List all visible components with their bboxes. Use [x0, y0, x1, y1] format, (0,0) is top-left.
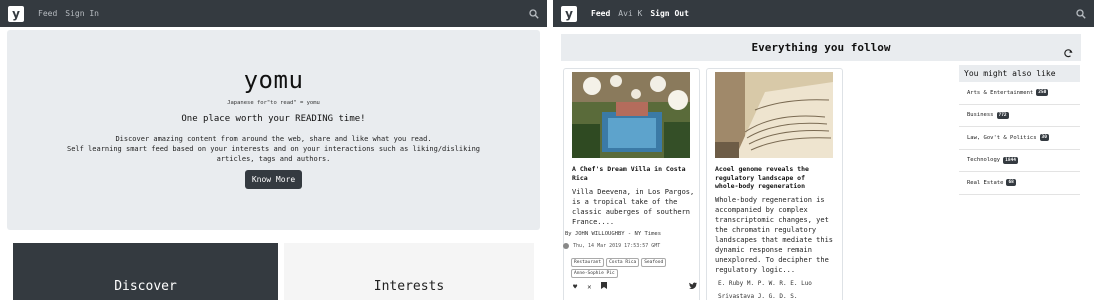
title-line: A Chef's Dream Villa in Costa [572, 165, 686, 173]
tagline: One place worth your READING time! [181, 114, 366, 124]
article-image[interactable] [572, 72, 690, 158]
count-badge: 30 [1039, 134, 1049, 142]
article-authors: Srivastava J. G. D. S. [718, 293, 798, 300]
nav-feed-link[interactable]: Feed [591, 9, 610, 18]
yomu-logo[interactable]: y [8, 5, 24, 22]
suggestion-item[interactable]: Law, Gov't & Politics 30 [959, 127, 1080, 150]
article-byline: By JOHN WILLOUGHBY - NY Times [565, 231, 662, 237]
bookmark-icon[interactable] [601, 282, 608, 291]
tag-chip[interactable]: Costa Rica [606, 258, 640, 267]
nav-sign-in-link[interactable]: Sign In [65, 9, 99, 18]
article-title[interactable]: Acoel genome reveals the regulatory land… [715, 165, 839, 191]
article-title[interactable]: A Chef's Dream Villa in Costa Rica [572, 165, 696, 182]
count-badge: 1844 [1003, 156, 1018, 164]
tag-chip[interactable]: Restaurant [571, 258, 605, 267]
summary-line: Whole-body regeneration is [715, 196, 825, 204]
suggestion-item[interactable]: Business 772 [959, 105, 1080, 127]
count-badge: 250 [1036, 89, 1049, 97]
brand-subtitle: Japanese for"to read" = yomu [227, 100, 320, 106]
article-tags: Restaurant Costa Rica Seafood Anne-Sophi… [571, 258, 695, 278]
count-badge: 772 [996, 111, 1009, 119]
left-window: y Feed Sign In yomu Japanese for"to read… [0, 0, 547, 300]
suggestion-label: Law, Gov't & Politics [967, 134, 1037, 141]
tag-chip[interactable]: Seafood [641, 258, 667, 267]
summary-line: Villa Deevena, in Los Pargos, [572, 188, 695, 196]
suggestion-label: Real Estate [967, 179, 1004, 186]
twitter-icon[interactable] [689, 282, 697, 291]
title-line: Rica [572, 173, 588, 182]
interests-label: Interests [373, 279, 445, 294]
hero-description: Discover amazing content from around the… [7, 134, 540, 164]
clock-icon [563, 243, 569, 249]
nav-user-link[interactable]: Avi K [618, 9, 642, 18]
summary-line: accompanied by complex [715, 206, 808, 214]
search-icon[interactable] [529, 8, 539, 19]
tag-chip[interactable]: Anne-Sophie Pic [571, 269, 618, 278]
title-line: Acoel genome reveals the [715, 165, 809, 173]
suggestion-label: Arts & Entertainment [967, 89, 1034, 96]
brand-title: yomu [243, 66, 304, 94]
article-authors: E. Ruby M. P. W. R. E. Luo [718, 280, 812, 287]
title-line: regulatory landscape of [715, 173, 806, 182]
date-text: Thu, 14 Mar 2019 17:53:57 GMT [573, 243, 661, 249]
search-icon[interactable] [1076, 8, 1086, 19]
right-window: y Feed Avi K Sign Out Everything you fol… [553, 0, 1094, 300]
suggestion-label: Business [967, 112, 994, 119]
suggestions-sidebar: You might also like Arts & Entertainment… [959, 65, 1080, 195]
article-actions: ♥ ✕ [573, 282, 697, 291]
desc-line: Discover amazing content from around the… [115, 135, 432, 143]
summary-line: is a tropical take of the [572, 198, 678, 206]
close-icon[interactable]: ✕ [587, 283, 591, 291]
summary-line: transcriptomic changes, yet [715, 216, 829, 224]
following-header: Everything you follow [561, 34, 1081, 61]
suggestion-label: Technology [967, 157, 1001, 164]
count-badge: 68 [1006, 179, 1016, 187]
navbar: y Feed Avi K Sign Out [553, 0, 1094, 27]
article-card[interactable]: Acoel genome reveals the regulatory land… [706, 68, 843, 300]
heart-icon[interactable]: ♥ [573, 283, 577, 291]
nav-sign-out-link[interactable]: Sign Out [650, 9, 689, 18]
following-title: Everything you follow [751, 41, 891, 54]
summary-line: unexplored. To decipher the [715, 256, 829, 264]
article-summary: Whole-body regeneration is accompanied b… [715, 195, 839, 275]
yomu-logo[interactable]: y [561, 5, 577, 22]
discover-card[interactable]: Discover [13, 243, 278, 300]
summary-line: the chromatin regulatory [715, 226, 817, 234]
refresh-icon[interactable] [1064, 43, 1073, 62]
summary-line: regulatory logic... [715, 266, 796, 274]
suggestions-heading: You might also like [959, 65, 1080, 82]
discover-label: Discover [114, 279, 177, 294]
suggestion-item[interactable]: Real Estate 68 [959, 172, 1080, 195]
title-line: whole-body regeneration [715, 182, 806, 190]
suggestion-item[interactable]: Arts & Entertainment 250 [959, 82, 1080, 105]
suggestion-item[interactable]: Technology 1844 [959, 150, 1080, 172]
interests-card[interactable]: Interests [284, 243, 534, 300]
hero-jumbotron: yomu Japanese for"to read" = yomu One pl… [7, 30, 540, 230]
summary-line: dynamic response remain [715, 246, 812, 254]
summary-line: France.... [572, 218, 615, 226]
article-date: Thu, 14 Mar 2019 17:53:57 GMT [563, 243, 660, 249]
summary-line: classic auberges of southern [572, 208, 691, 216]
article-summary: Villa Deevena, in Los Pargos, is a tropi… [572, 187, 696, 227]
summary-line: landscapes that mediate this [715, 236, 834, 244]
know-more-button[interactable]: Know More [244, 170, 303, 189]
desc-line: Self learning smart feed based on your i… [66, 145, 480, 153]
navbar: y Feed Sign In [0, 0, 547, 27]
desc-line: articles, tags and authors. [216, 155, 331, 163]
nav-feed-link[interactable]: Feed [38, 9, 57, 18]
article-image[interactable] [715, 72, 833, 158]
